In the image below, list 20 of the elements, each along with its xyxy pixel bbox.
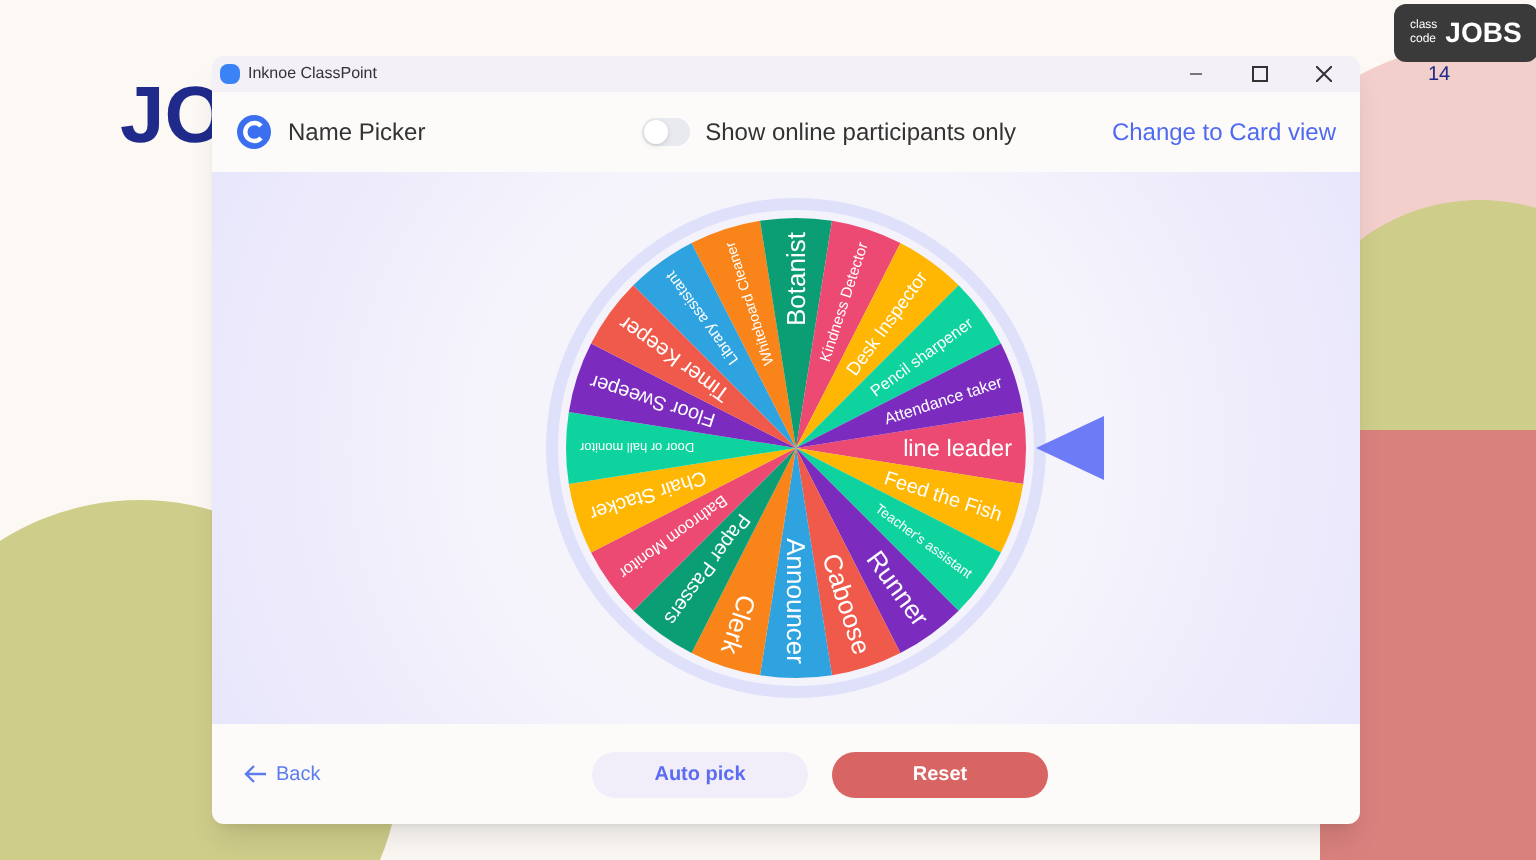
back-arrow-icon [244,762,268,786]
card-view-link[interactable]: Change to Card view [1111,114,1336,150]
app-icon [220,64,240,84]
footer-button[interactable]: Auto pick [592,751,808,797]
wheel-label: Botanist [781,232,812,326]
picker-title: Name Picker [288,116,426,150]
footer-button[interactable]: Reset [832,751,1048,797]
back-link[interactable]: Back [244,759,592,789]
wheel-label: Announcer [780,538,811,664]
wheel-label: line leader [903,434,1012,463]
class-code: JOBS [1445,14,1522,52]
maximize-icon [1252,66,1268,82]
app-logo-icon [236,114,272,150]
toggle-label: Show online participants only [705,116,1017,150]
window-title: Inknoe ClassPoint [248,62,377,86]
close-icon [1316,66,1332,82]
pointer-icon [1036,416,1104,480]
wheel-label: Clerk [714,591,763,659]
page-number: 14 [1428,62,1451,90]
online-toggle[interactable] [641,118,690,146]
